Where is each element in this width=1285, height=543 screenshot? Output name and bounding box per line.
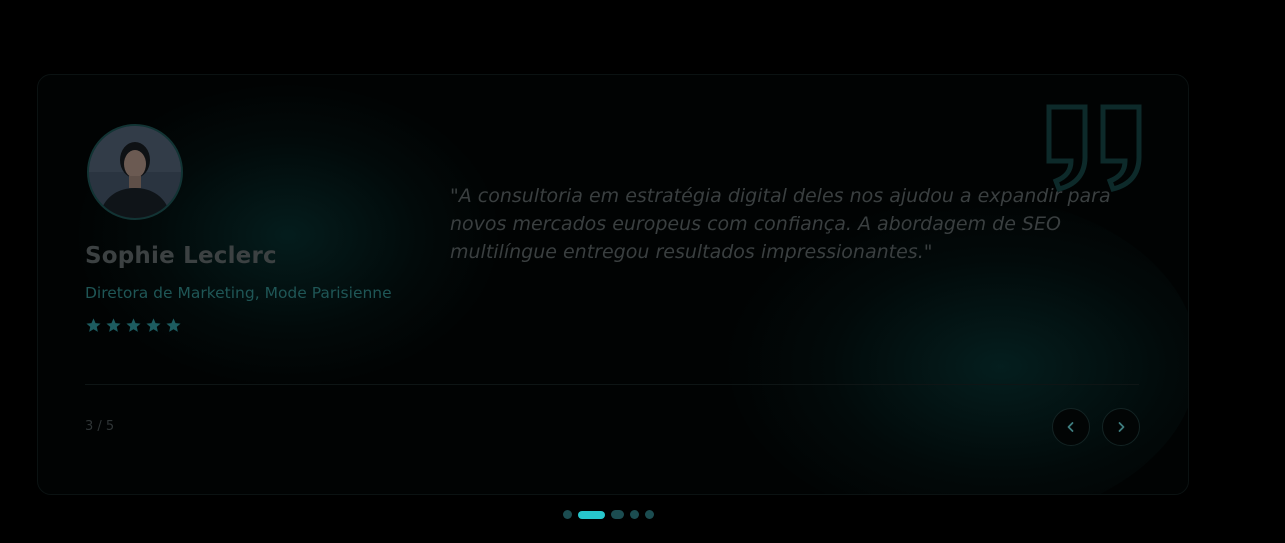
- divider: [85, 384, 1139, 385]
- slide-counter: 3 / 5: [85, 419, 115, 434]
- star-icon: [166, 318, 181, 332]
- star-icon: [146, 318, 161, 332]
- testimonial-card: Sophie Leclerc Diretora de Marketing, Mo…: [37, 74, 1189, 495]
- pagination-dot[interactable]: [563, 510, 572, 519]
- next-button[interactable]: [1102, 408, 1140, 446]
- chevron-left-icon: [1067, 422, 1074, 432]
- star-icon: [86, 318, 101, 332]
- pagination-dot[interactable]: [611, 510, 624, 519]
- reviewer-name: Sophie Leclerc: [85, 243, 277, 269]
- pagination-dot[interactable]: [630, 510, 639, 519]
- star-icon: [106, 318, 121, 332]
- pagination-dot[interactable]: [645, 510, 654, 519]
- avatar: [87, 124, 183, 220]
- previous-button[interactable]: [1052, 408, 1090, 446]
- reviewer-role: Diretora de Marketing, Mode Parisienne: [85, 284, 392, 302]
- pagination-dots: [563, 510, 654, 519]
- testimonial-quote: "A consultoria em estratégia digital del…: [450, 185, 1111, 263]
- avatar-photo: [89, 126, 181, 218]
- chevron-right-icon: [1118, 422, 1125, 432]
- star-rating: [85, 317, 182, 334]
- quote-icon: [1046, 104, 1142, 192]
- testimonial-section: Sophie Leclerc Diretora de Marketing, Mo…: [0, 0, 1285, 543]
- pagination-dot[interactable]: [578, 510, 605, 519]
- star-icon: [126, 318, 141, 332]
